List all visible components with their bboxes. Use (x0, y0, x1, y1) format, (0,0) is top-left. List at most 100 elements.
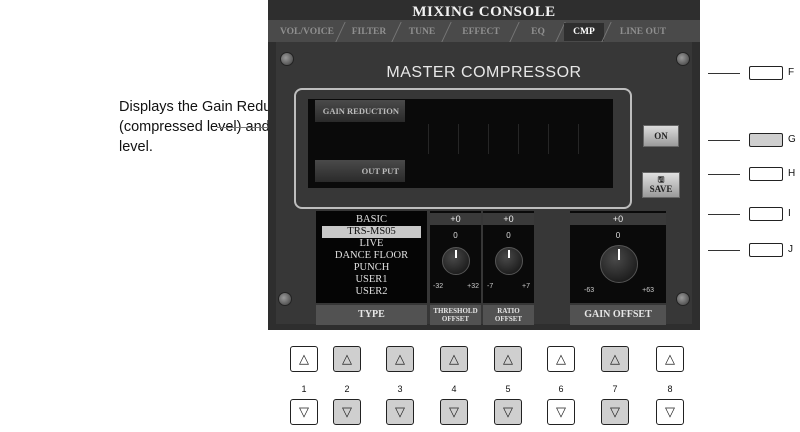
side-button-g[interactable] (749, 133, 783, 147)
threshold-knob[interactable] (442, 247, 470, 275)
knob-indicator (618, 249, 620, 260)
threshold-footer: THRESHOLD OFFSET (430, 305, 481, 325)
ratio-label: RATIO (497, 307, 520, 315)
on-button[interactable]: ON (643, 125, 679, 147)
gain-max-label: +63 (642, 287, 654, 294)
save-label: SAVE (649, 184, 673, 194)
threshold-center-label: 0 (453, 231, 458, 240)
button-2-down[interactable]: ▽ (333, 399, 361, 425)
type-item-dance-floor[interactable]: DANCE FLOOR (316, 250, 427, 262)
ratio-min-label: -7 (487, 283, 494, 290)
threshold-control: +0 0 -32 +32 (430, 211, 481, 303)
button-1-label: 1 (301, 384, 307, 394)
type-item-punch[interactable]: PUNCH (316, 262, 427, 274)
button-5-up[interactable]: △ (494, 346, 522, 372)
ratio-knob[interactable] (495, 247, 523, 275)
ratio-value: +0 (483, 213, 534, 225)
side-button-j-label: J (788, 244, 793, 255)
ratio-center-label: 0 (506, 231, 511, 240)
tab-vol-voice[interactable]: VOL/VOICE (276, 23, 338, 41)
gain-knob[interactable] (600, 245, 638, 283)
side-button-line (708, 73, 740, 74)
side-button-f[interactable] (749, 66, 783, 80)
disk-icon: 🖫 (657, 175, 665, 184)
knob-indicator (455, 250, 457, 258)
side-button-h-label: H (788, 168, 796, 179)
threshold-label: THRESHOLD (433, 307, 478, 315)
type-list[interactable]: BASIC TRS-MS05 LIVE DANCE FLOOR PUNCH US… (316, 211, 427, 303)
tab-eq[interactable]: EQ (518, 23, 558, 41)
tab-line-out[interactable]: LINE OUT (610, 23, 676, 41)
gain-min-label: -63 (584, 287, 595, 294)
button-7-down[interactable]: ▽ (601, 399, 629, 425)
gain-center-label: 0 (615, 231, 621, 240)
threshold-value: +0 (430, 213, 481, 225)
type-footer: TYPE (316, 305, 427, 325)
ratio-label-line2: OFFSET (494, 315, 523, 323)
type-item-basic[interactable]: BASIC (316, 214, 427, 226)
save-button[interactable]: 🖫 SAVE (642, 172, 680, 198)
side-button-i[interactable] (749, 207, 783, 221)
side-button-i-label: I (788, 208, 791, 219)
button-7-up[interactable]: △ (601, 346, 629, 372)
gain-reduction-label: GAIN REDUCTION (315, 100, 405, 122)
type-item-live[interactable]: LIVE (316, 238, 427, 250)
meter-tick (518, 124, 519, 154)
tab-filter[interactable]: FILTER (344, 23, 394, 41)
button-4-down[interactable]: ▽ (440, 399, 468, 425)
tab-cmp[interactable]: CMP (564, 23, 604, 41)
button-1-down[interactable]: ▽ (290, 399, 318, 425)
button-8-label: 8 (667, 384, 673, 394)
button-3-up[interactable]: △ (386, 346, 414, 372)
side-button-h[interactable] (749, 167, 783, 181)
type-item-trs-ms05[interactable]: TRS-MS05 (322, 226, 421, 238)
meter-tick (488, 124, 489, 154)
button-5-down[interactable]: ▽ (494, 399, 522, 425)
button-3-label: 3 (397, 384, 403, 394)
side-button-g-label: G (788, 134, 796, 145)
type-item-user2[interactable]: USER2 (316, 286, 427, 298)
side-button-line (708, 214, 740, 215)
gain-value: +0 (570, 213, 666, 225)
meter-tick (428, 124, 429, 154)
screw-icon (278, 292, 292, 306)
side-button-j[interactable] (749, 243, 783, 257)
button-3-down[interactable]: ▽ (386, 399, 414, 425)
button-4-label: 4 (451, 384, 457, 394)
compressor-title: MASTER COMPRESSOR (386, 64, 582, 81)
knob-indicator (508, 250, 510, 258)
button-8-up[interactable]: △ (656, 346, 684, 372)
side-button-line (708, 174, 740, 175)
button-1-up[interactable]: △ (290, 346, 318, 372)
ratio-max-label: +7 (522, 283, 530, 290)
button-6-down[interactable]: ▽ (547, 399, 575, 425)
button-5-label: 5 (505, 384, 511, 394)
button-7-label: 7 (612, 384, 618, 394)
ratio-footer: RATIO OFFSET (483, 305, 534, 325)
side-button-line (708, 250, 740, 251)
side-button-line (708, 140, 740, 141)
threshold-label-line2: OFFSET (441, 315, 470, 323)
threshold-min-label: -32 (433, 283, 444, 290)
tab-tune[interactable]: TUNE (400, 23, 444, 41)
screw-icon (676, 292, 690, 306)
gain-footer: GAIN OFFSET (570, 305, 666, 325)
button-2-label: 2 (344, 384, 350, 394)
button-2-up[interactable]: △ (333, 346, 361, 372)
meter-tick (548, 124, 549, 154)
ratio-control: +0 0 -7 +7 (483, 211, 534, 303)
meter-tick (578, 124, 579, 154)
output-label: OUT PUT (315, 160, 405, 182)
button-4-up[interactable]: △ (440, 346, 468, 372)
mixing-console-panel: MIXING CONSOLE VOL/VOICE FILTER TUNE EFF… (268, 0, 700, 330)
tab-effect[interactable]: EFFECT (450, 23, 512, 41)
button-6-label: 6 (558, 384, 564, 394)
meter-tick (458, 124, 459, 154)
button-6-up[interactable]: △ (547, 346, 575, 372)
button-8-down[interactable]: ▽ (656, 399, 684, 425)
panel-title: MIXING CONSOLE (412, 4, 556, 20)
type-item-user1[interactable]: USER1 (316, 274, 427, 286)
threshold-max-label: +32 (467, 283, 479, 290)
gain-control: +0 0 -63 +63 (570, 211, 666, 303)
side-button-f-label: F (788, 67, 795, 78)
